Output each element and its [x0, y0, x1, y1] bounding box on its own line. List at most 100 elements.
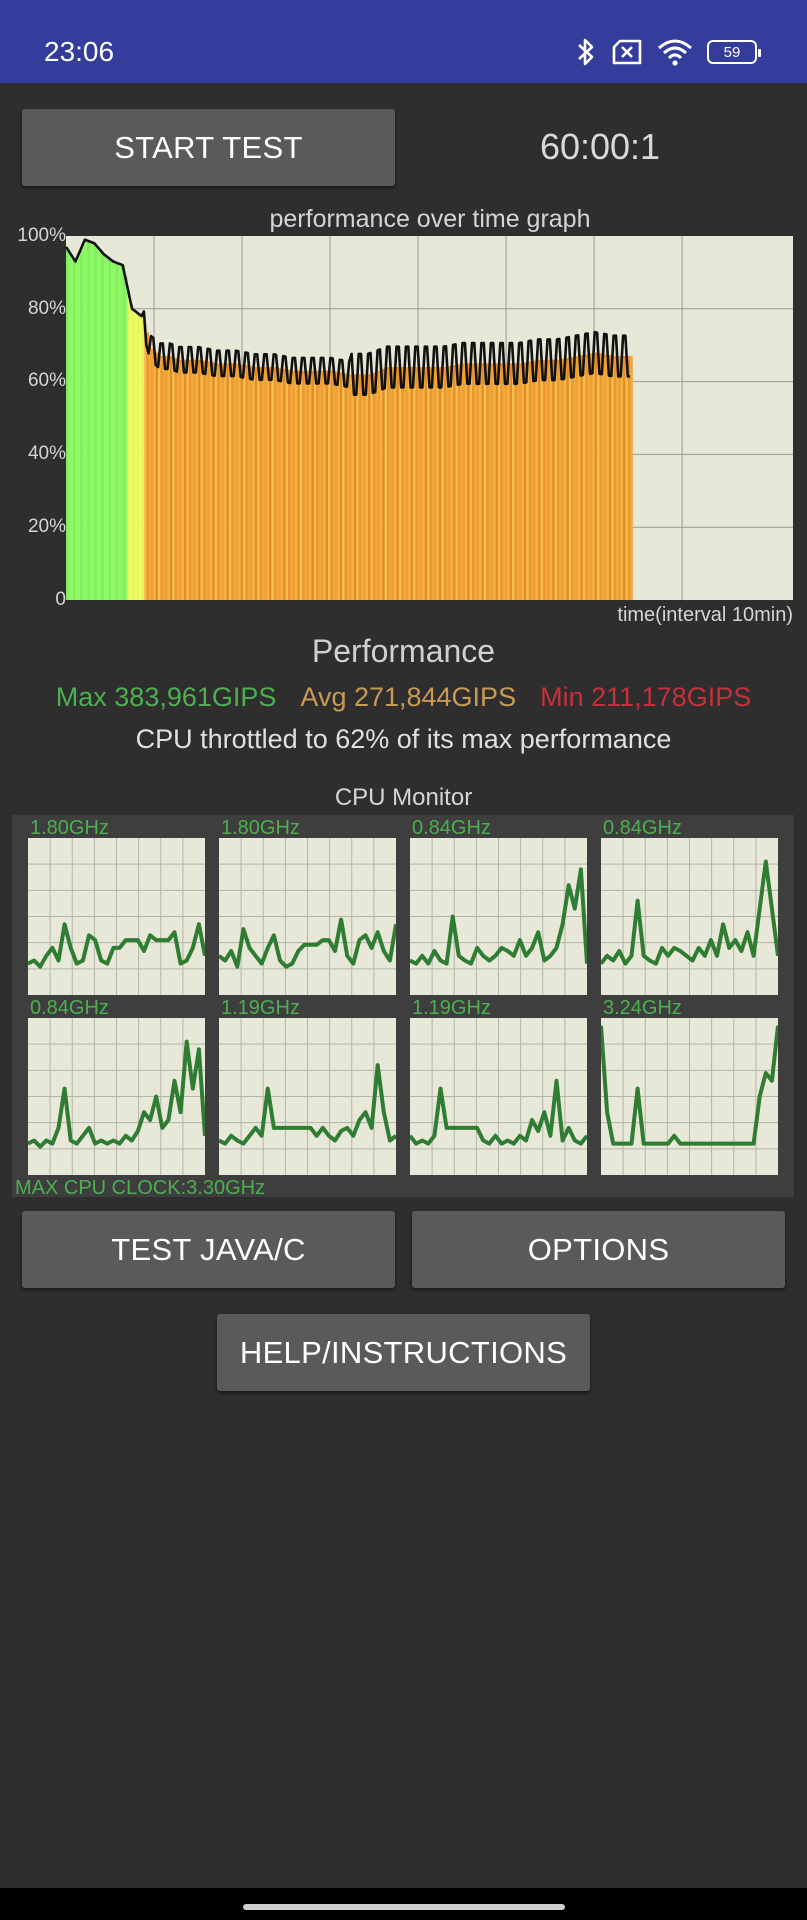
graph-bar: [597, 352, 600, 600]
core-4-graph: [28, 1018, 205, 1175]
core-5-freq: 1.19GHz: [221, 997, 300, 1019]
graph-bar: [254, 367, 258, 600]
graph-bar: [530, 361, 534, 600]
sim-disabled-icon: [612, 39, 642, 65]
graph-bar: [231, 363, 234, 600]
graph-bar: [311, 370, 315, 600]
graph-bar: [507, 363, 511, 600]
graph-bar: [408, 367, 411, 600]
graph-bar: [368, 374, 371, 600]
graph-bar: [608, 355, 612, 600]
graph-bar: [486, 363, 489, 600]
graph-bar: [401, 367, 404, 600]
graph-bar: [82, 245, 86, 600]
options-button[interactable]: OPTIONS: [412, 1211, 785, 1288]
graph-bar: [535, 360, 539, 600]
graph-bar: [240, 364, 244, 600]
graph-bar: [403, 367, 407, 600]
graph-bar: [448, 366, 452, 600]
graph-bar: [233, 363, 237, 600]
graph-bar: [387, 367, 390, 600]
graph-bar: [453, 365, 456, 600]
graph-bar: [87, 240, 90, 600]
graph-bar: [257, 367, 260, 600]
graph-bar: [540, 359, 544, 600]
graph-bar: [188, 359, 192, 600]
core-3-freq: 0.84GHz: [603, 817, 682, 839]
core-7-graph: [601, 1018, 778, 1175]
graph-bar: [96, 246, 100, 600]
graph-bar: [564, 358, 567, 600]
graph-bar: [431, 367, 435, 600]
graph-bar: [224, 363, 227, 600]
core-5-graph: [219, 1018, 396, 1175]
graph-bar: [526, 362, 529, 600]
graph-bar: [132, 308, 135, 600]
graph-bar: [278, 367, 282, 600]
graph-bar: [266, 367, 270, 600]
graph-bar: [412, 367, 416, 600]
graph-bar: [103, 254, 107, 600]
graph-bar: [571, 357, 574, 600]
graph-bar: [623, 356, 626, 600]
graph-bar: [356, 374, 359, 600]
battery-level: 59: [723, 43, 741, 61]
graph-bar: [268, 367, 272, 600]
graph-bar: [101, 251, 105, 600]
graph-bar: [214, 362, 218, 600]
graph-bar: [384, 367, 388, 600]
graph-bar: [394, 367, 397, 600]
graph-bar: [276, 367, 279, 600]
graph-bar: [153, 350, 156, 600]
help-instructions-button[interactable]: HELP/INSTRUCTIONS: [217, 1314, 590, 1391]
graph-bar: [580, 355, 584, 600]
graph-bar: [497, 363, 501, 600]
graph-bar: [344, 373, 348, 600]
test-java-c-button[interactable]: TEST JAVA/C: [22, 1211, 395, 1288]
max-gips: Max 383,961GIPS: [55, 682, 277, 712]
graph-bar: [514, 363, 518, 600]
graph-bar: [552, 359, 555, 600]
status-bar: 23:06 59: [0, 0, 807, 83]
min-gips: Min 211,178GIPS: [540, 682, 752, 712]
graph-bar: [89, 241, 93, 600]
y-tick-20: 20%: [27, 516, 66, 537]
graph-bar: [547, 359, 551, 600]
graph-bar: [429, 367, 433, 600]
graph-bar: [521, 362, 525, 600]
home-handle[interactable]: [243, 1904, 565, 1910]
y-tick-60: 60%: [27, 370, 66, 391]
performance-title: Performance: [311, 633, 496, 669]
graph-bar: [212, 362, 216, 600]
graph-bar: [476, 363, 480, 600]
graph-bar: [335, 371, 338, 600]
graph-bar: [457, 364, 461, 600]
graph-bar: [438, 367, 442, 600]
graph-bar: [165, 356, 168, 600]
graph-bar: [417, 367, 421, 600]
graph-bar: [198, 359, 201, 600]
graph-bar: [150, 348, 154, 600]
graph-bar: [358, 374, 362, 600]
graph-bar: [618, 356, 621, 600]
graph-bar: [176, 358, 180, 600]
graph-bar: [299, 370, 303, 600]
wifi-icon: [658, 39, 692, 66]
graph-bar: [179, 359, 182, 600]
graph-bar: [129, 297, 133, 600]
start-test-button[interactable]: START TEST: [22, 109, 395, 186]
graph-bar: [77, 256, 81, 600]
graph-bar: [271, 367, 275, 600]
graph-bar: [471, 363, 475, 600]
graph-bar: [443, 367, 447, 600]
graph-bar: [436, 367, 440, 600]
graph-bar: [516, 363, 520, 600]
status-icons: 59: [575, 36, 761, 68]
performance-stats: Max 383,961GIPS Avg 271,844GIPS Min 211,…: [0, 682, 807, 713]
graph-bar: [122, 265, 126, 600]
core-1-graph: [219, 838, 396, 995]
core-2-graph: [410, 838, 587, 995]
graph-bar: [561, 358, 565, 600]
graph-bar: [587, 353, 591, 600]
graph-bar: [238, 363, 241, 600]
